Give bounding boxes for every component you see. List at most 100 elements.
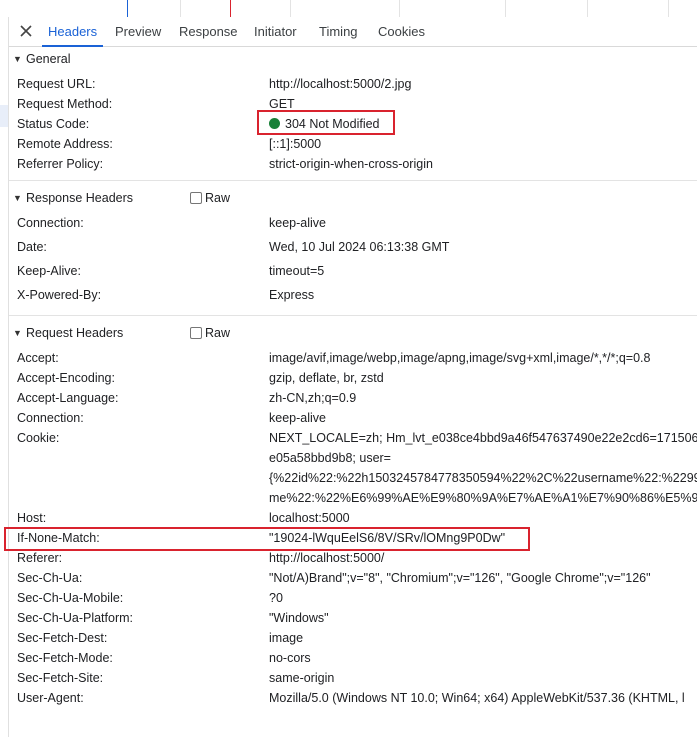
status-code-highlight [257, 110, 395, 135]
header-value[interactable]: zh-CN,zh;q=0.9 [269, 388, 356, 408]
request-header-row: Cookie: NEXT_LOCALE=zh; Hm_lvt_e038ce4bbd… [9, 428, 697, 448]
waterfall-tick [180, 0, 181, 17]
raw-checkbox[interactable] [190, 191, 202, 204]
header-value[interactable]: image [269, 628, 303, 648]
section-title: Response Headers [26, 191, 134, 205]
header-value[interactable]: gzip, deflate, br, zstd [269, 368, 384, 388]
request-header-row: Host: localhost:5000 [9, 508, 697, 528]
waterfall-tick [399, 0, 400, 17]
header-value[interactable]: same-origin [269, 668, 334, 688]
request-header-row: Sec-Ch-Ua: "Not/A)Brand";v="8", "Chromium… [9, 568, 697, 588]
raw-label: Raw [205, 326, 231, 340]
request-header-row: Sec-Ch-Ua-Mobile: ?0 [9, 588, 697, 608]
response-header-row: Date: Wed, 10 Jul 2024 06:13:38 GMT [9, 237, 697, 257]
response-header-row: Connection: keep-alive [9, 213, 697, 233]
header-name: Sec-Ch-Ua-Mobile: [17, 591, 124, 605]
section-title: Request Headers [26, 326, 124, 340]
cookie-value-continued[interactable]: me%22:%22%E6%99%AE%E9%80%9A%E7%AE%A1%E7%… [269, 488, 697, 508]
header-value[interactable]: [::1]:5000 [269, 134, 321, 154]
tab-headers[interactable]: Headers [41, 17, 104, 47]
request-header-row: Connection: keep-alive [9, 408, 697, 428]
general-row: Remote Address: [::1]:5000 [9, 134, 697, 154]
raw-checkbox[interactable] [190, 326, 202, 339]
header-name: Referer: [17, 551, 63, 565]
request-header-row: Accept-Language: zh-CN,zh;q=0.9 [9, 388, 697, 408]
response-header-row: Keep-Alive: timeout=5 [9, 261, 697, 281]
header-name: Cookie: [17, 431, 60, 445]
header-value[interactable]: image/avif,image/webp,image/apng,image/s… [269, 348, 650, 368]
header-value[interactable]: NEXT_LOCALE=zh; Hm_lvt_e038ce4bbd9a46f54… [269, 428, 697, 448]
waterfall-tick [587, 0, 588, 17]
header-value[interactable]: Wed, 10 Jul 2024 06:13:38 GMT [269, 237, 449, 257]
general-section-header[interactable]: ▼ General [9, 48, 697, 70]
header-name: Request Method: [17, 97, 113, 111]
request-header-row: Sec-Fetch-Mode: no-cors [9, 648, 697, 668]
raw-toggle[interactable]: Raw [190, 322, 230, 344]
waterfall-tick [668, 0, 669, 17]
section-divider [9, 315, 697, 316]
header-value[interactable]: localhost:5000 [269, 508, 350, 528]
header-name: Status Code: [17, 117, 90, 131]
header-name: Referrer Policy: [17, 157, 104, 171]
header-name: Date: [17, 240, 47, 254]
header-name: Sec-Ch-Ua-Platform: [17, 611, 133, 625]
header-name: X-Powered-By: [17, 288, 102, 302]
waterfall-tick [230, 0, 231, 17]
header-name: Sec-Fetch-Mode: [17, 651, 113, 665]
details-tabbar: Headers Preview Response Initiator Timin… [9, 17, 697, 47]
header-name: Sec-Fetch-Dest: [17, 631, 108, 645]
header-name: Sec-Ch-Ua: [17, 571, 83, 585]
waterfall-strip [0, 0, 697, 17]
section-divider [9, 180, 697, 181]
section-title: General [26, 52, 71, 66]
close-icon[interactable] [17, 22, 35, 40]
request-header-row: Referer: http://localhost:5000/ [9, 548, 697, 568]
header-name: User-Agent: [17, 691, 84, 705]
header-value[interactable]: http://localhost:5000/2.jpg [269, 74, 411, 94]
header-name: Sec-Fetch-Site: [17, 671, 104, 685]
request-headers-section-header[interactable]: ▼ Request Headers Raw [9, 322, 697, 344]
raw-toggle[interactable]: Raw [190, 187, 230, 209]
expand-triangle-icon: ▼ [13, 54, 22, 64]
header-name: Connection: [17, 216, 84, 230]
header-value[interactable]: Mozilla/5.0 (Windows NT 10.0; Win64; x64… [269, 688, 685, 708]
expand-triangle-icon: ▼ [13, 193, 22, 203]
header-name: Request URL: [17, 77, 96, 91]
waterfall-tick [127, 0, 128, 17]
waterfall-tick [505, 0, 506, 17]
cookie-value-continued[interactable]: e05a58bbd9b8; user= [269, 448, 391, 468]
header-value[interactable]: "Not/A)Brand";v="8", "Chromium";v="126",… [269, 568, 651, 588]
response-header-row: X-Powered-By: Express [9, 285, 697, 305]
header-value[interactable]: "Windows" [269, 608, 329, 628]
header-value[interactable]: timeout=5 [269, 261, 324, 281]
header-value[interactable]: keep-alive [269, 408, 326, 428]
header-value[interactable]: strict-origin-when-cross-origin [269, 154, 433, 174]
header-name: Accept: [17, 351, 59, 365]
header-value[interactable]: Express [269, 285, 314, 305]
header-value[interactable]: http://localhost:5000/ [269, 548, 384, 568]
tab-response[interactable]: Response [179, 17, 238, 46]
header-value[interactable]: keep-alive [269, 213, 326, 233]
response-headers-section-header[interactable]: ▼ Response Headers Raw [9, 187, 697, 209]
if-none-match-highlight [4, 527, 530, 551]
header-value[interactable]: ?0 [269, 588, 283, 608]
header-name: Host: [17, 511, 47, 525]
request-header-row: Sec-Ch-Ua-Platform: "Windows" [9, 608, 697, 628]
header-name: Accept-Language: [17, 391, 119, 405]
request-header-row: Sec-Fetch-Site: same-origin [9, 668, 697, 688]
request-header-row: User-Agent: Mozilla/5.0 (Windows NT 10.0;… [9, 688, 697, 708]
tab-cookies[interactable]: Cookies [378, 17, 425, 46]
general-row: Referrer Policy: strict-origin-when-cross… [9, 154, 697, 174]
general-row: Request URL: http://localhost:5000/2.jpg [9, 74, 697, 94]
header-name: Remote Address: [17, 137, 113, 151]
header-value[interactable]: no-cors [269, 648, 311, 668]
request-header-row: Sec-Fetch-Dest: image [9, 628, 697, 648]
raw-label: Raw [205, 191, 231, 205]
selected-request-marker[interactable] [0, 105, 8, 127]
tab-initiator[interactable]: Initiator [254, 17, 297, 46]
tab-preview[interactable]: Preview [115, 17, 161, 46]
expand-triangle-icon: ▼ [13, 328, 22, 338]
cookie-value-continued[interactable]: {%22id%22:%22h1503245784778350594%22%2C%… [269, 468, 697, 488]
tab-timing[interactable]: Timing [319, 17, 358, 46]
waterfall-tick [290, 0, 291, 17]
